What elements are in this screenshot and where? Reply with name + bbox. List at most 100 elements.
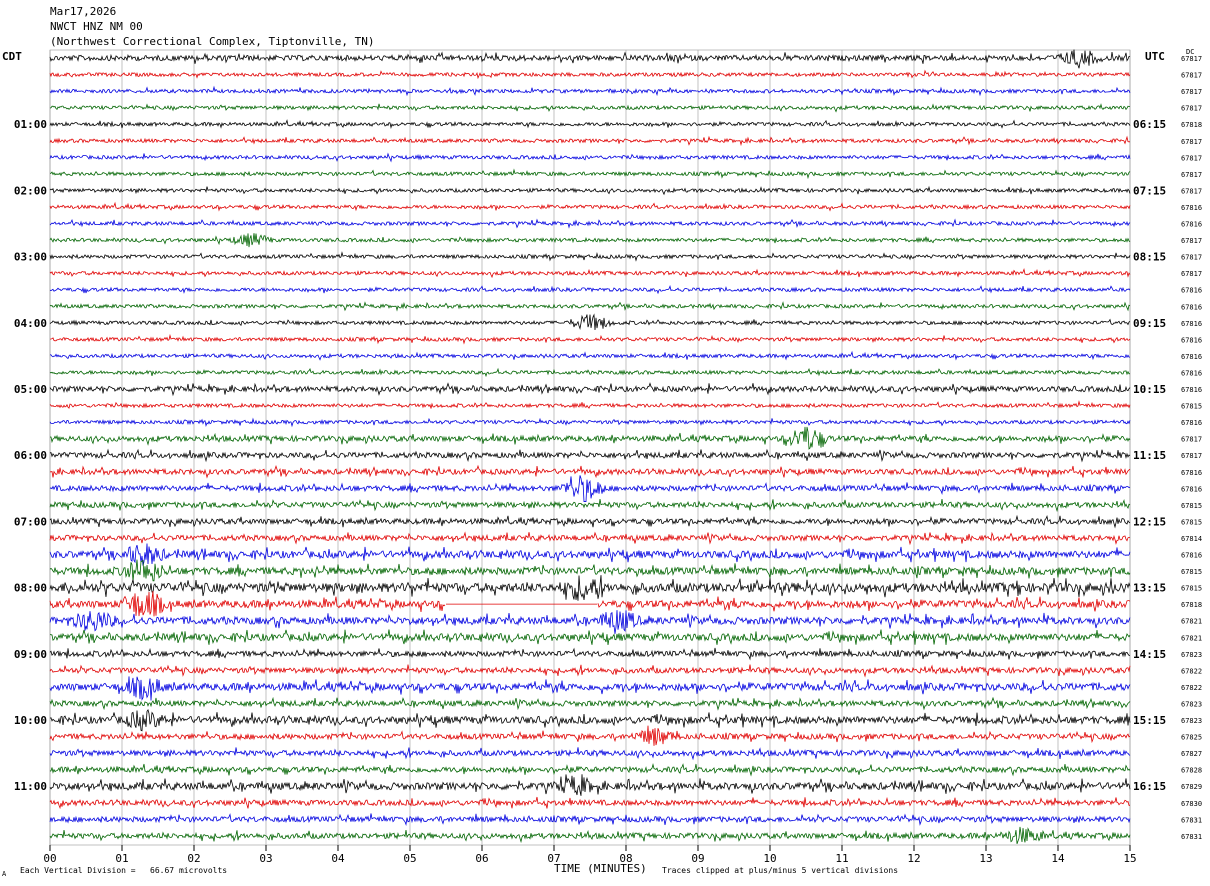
seismic-trace [49, 448, 1131, 463]
dc-value: 67817 [1181, 254, 1202, 262]
right-hour-label: 15:15 [1133, 714, 1166, 727]
seismic-trace [49, 367, 1131, 378]
dc-value: 67817 [1181, 55, 1202, 63]
seismic-trace [49, 475, 1131, 503]
x-tick-label: 02 [187, 852, 200, 865]
dc-value: 67815 [1181, 518, 1202, 526]
dc-value: 67815 [1181, 585, 1202, 593]
x-tick-label: 13 [979, 852, 992, 865]
dc-value: 67831 [1181, 833, 1202, 841]
dc-value: 67816 [1181, 287, 1202, 295]
left-hour-label: 07:00 [14, 515, 47, 528]
x-tick-label: 10 [763, 852, 776, 865]
right-hour-label: 09:15 [1133, 317, 1166, 330]
left-hour-label: 03:00 [14, 251, 47, 264]
dc-value: 67831 [1181, 816, 1202, 824]
seismic-trace [49, 531, 1130, 546]
dc-value: 67817 [1181, 171, 1202, 179]
seismic-trace [49, 826, 1131, 845]
left-hour-label: 08:00 [14, 582, 47, 595]
seismic-trace [49, 333, 1131, 345]
seismic-trace [49, 575, 1131, 601]
dc-value: 67817 [1181, 270, 1202, 278]
dc-value: 67816 [1181, 221, 1202, 229]
seismic-trace [49, 774, 1131, 796]
dc-value: 67816 [1181, 320, 1202, 328]
x-tick-label: 05 [403, 852, 416, 865]
seismic-trace [49, 69, 1131, 80]
clip-note: Traces clipped at plus/minus 5 vertical … [662, 866, 899, 875]
seismic-trace [49, 647, 1131, 661]
left-hour-label: 02:00 [14, 184, 47, 197]
dc-value: 67818 [1181, 601, 1202, 609]
dc-value: 67825 [1181, 734, 1202, 742]
dc-value: 67827 [1181, 750, 1202, 758]
seismic-trace [49, 747, 1131, 761]
seismic-trace [49, 301, 1131, 312]
x-tick-label: 12 [907, 852, 920, 865]
seismic-trace [49, 185, 1131, 196]
left-hour-label: 11:00 [14, 780, 47, 793]
seismic-trace [49, 201, 1131, 212]
dc-value: 67816 [1181, 336, 1202, 344]
left-hour-label: 05:00 [14, 383, 47, 396]
dc-value: 67823 [1181, 717, 1202, 725]
dc-value: 67817 [1181, 154, 1202, 162]
dc-value: 67817 [1181, 72, 1202, 80]
x-axis-label: TIME (MINUTES) [554, 862, 647, 875]
right-hour-label: 07:15 [1133, 184, 1166, 197]
seismic-trace [49, 763, 1131, 777]
right-hour-label: 10:15 [1133, 383, 1166, 396]
left-hour-label: 10:00 [14, 714, 47, 727]
x-tick-label: 00 [43, 852, 56, 865]
dc-value: 67816 [1181, 353, 1202, 361]
seismic-trace [49, 49, 1131, 69]
dc-value: 67816 [1181, 369, 1202, 377]
dc-value: 67816 [1181, 419, 1202, 427]
helicorder-plot: 00 01 02 03 04 05 06 07 08 09 10 11 12 13 14 1567817678… [14, 49, 1202, 865]
dc-value: 67821 [1181, 618, 1202, 626]
plot-frame [49, 49, 1131, 846]
dc-value: 67816 [1181, 204, 1202, 212]
corner-mark: A [2, 870, 7, 878]
dc-value: 67814 [1181, 535, 1202, 543]
right-hour-label: 08:15 [1133, 251, 1166, 264]
seismic-trace [49, 543, 1131, 566]
left-hour-label: 04:00 [14, 317, 47, 330]
dc-value: 67823 [1181, 700, 1202, 708]
seismic-trace [49, 119, 1131, 129]
seismic-trace [49, 267, 1131, 279]
seismic-trace [49, 152, 1131, 163]
seismic-trace [49, 664, 1131, 678]
seismic-trace [49, 313, 1131, 331]
dc-value: 67817 [1181, 237, 1202, 245]
x-tick-label: 04 [331, 852, 345, 865]
x-tick-label: 14 [1051, 852, 1065, 865]
right-hour-label: 11:15 [1133, 449, 1166, 462]
scale-note: Each Vertical Division = 66.67 microvolt… [20, 866, 228, 875]
dc-value: 67816 [1181, 485, 1202, 493]
dc-value: 67822 [1181, 667, 1202, 675]
seismic-trace [49, 284, 1131, 295]
dc-value: 67817 [1181, 105, 1202, 113]
seismic-trace [49, 708, 1131, 732]
seismic-trace [49, 382, 1131, 397]
seismic-trace [49, 218, 1131, 229]
dc-value: 67830 [1181, 800, 1202, 808]
dc-value: 67817 [1181, 452, 1202, 460]
left-hour-label: 09:00 [14, 648, 47, 661]
seismic-trace [49, 676, 1131, 701]
dc-value: 67828 [1181, 767, 1202, 775]
right-hour-label: 06:15 [1133, 118, 1166, 131]
dc-value: 67817 [1181, 436, 1202, 444]
dc-value: 67829 [1181, 783, 1202, 791]
dc-value: 67822 [1181, 684, 1202, 692]
dc-value: 67823 [1181, 651, 1202, 659]
seismic-trace [49, 514, 1131, 529]
x-tick-label: 15 [1123, 852, 1136, 865]
dc-value: 67821 [1181, 634, 1202, 642]
right-hour-label: 16:15 [1133, 780, 1166, 793]
dc-value: 67817 [1181, 88, 1202, 96]
left-hour-label: 06:00 [14, 449, 47, 462]
seismic-trace [49, 813, 1131, 826]
